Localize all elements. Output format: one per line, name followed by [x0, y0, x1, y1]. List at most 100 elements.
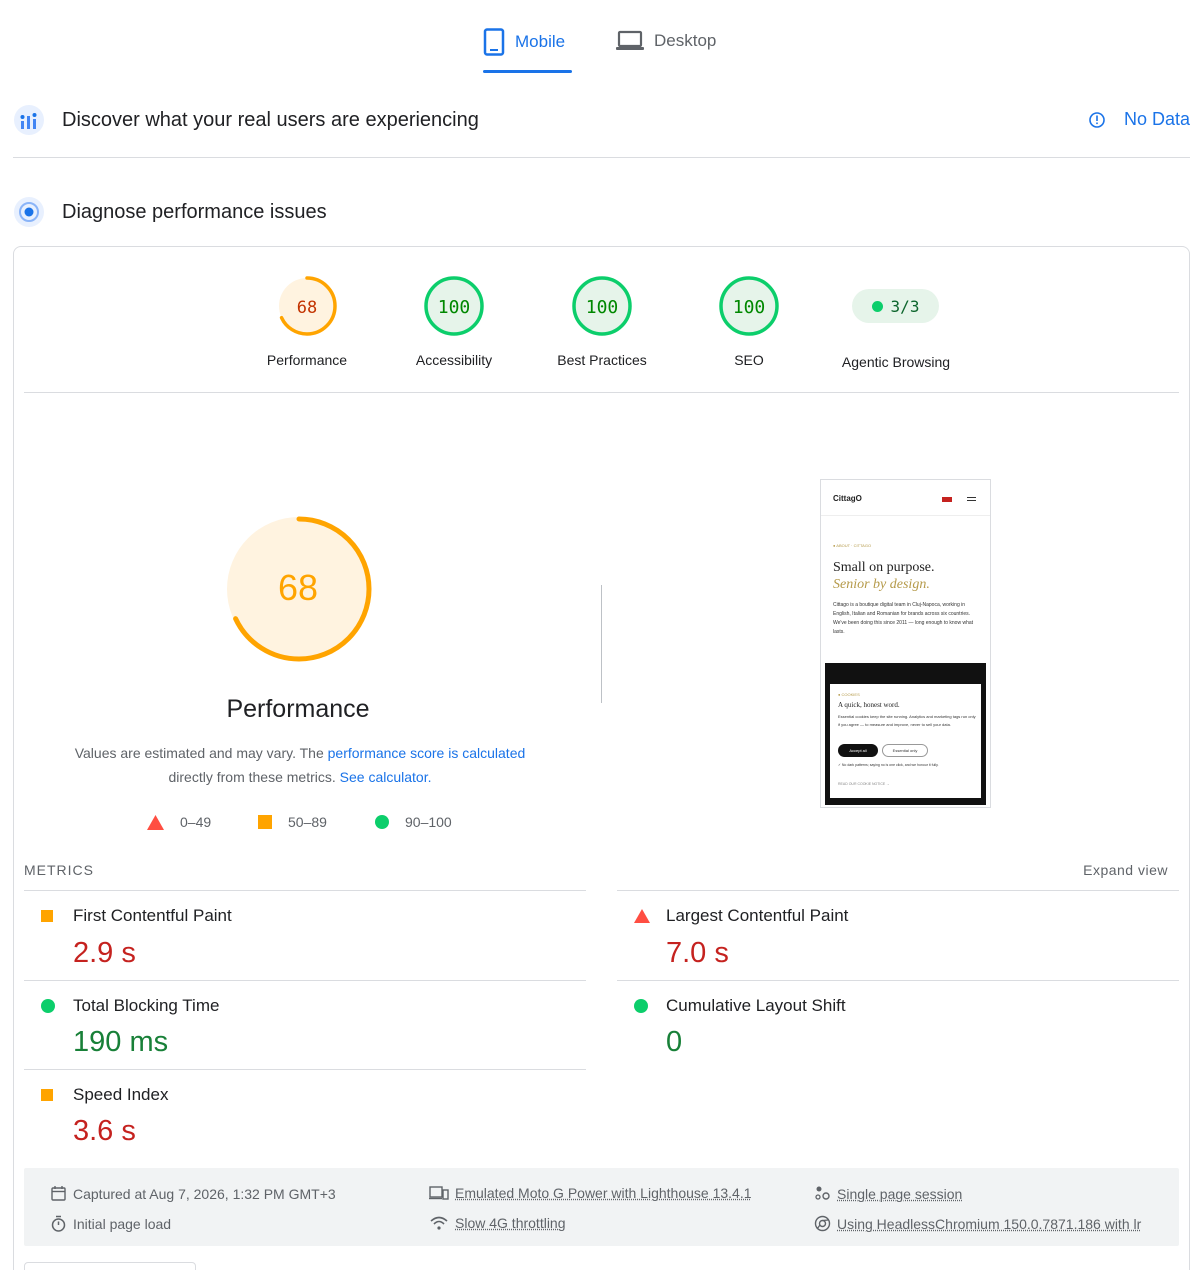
initial-load-label: Initial page load: [73, 1215, 172, 1232]
people-icon: [815, 1186, 830, 1200]
performance-description: Values are estimated and may vary. The p…: [40, 741, 560, 789]
description-text-2: directly from these metrics.: [168, 769, 340, 785]
browser-label: Using HeadlessChromium 150.0.7871.186 wi…: [837, 1215, 1142, 1232]
expand-view-button[interactable]: Expand view: [1083, 862, 1168, 878]
description-text-1: Values are estimated and may vary. The: [74, 745, 328, 761]
metric-divider: [617, 890, 1179, 891]
diagnose-target-icon: [13, 196, 45, 228]
metrics-title: METRICS: [24, 862, 94, 878]
next-section-button[interactable]: [24, 1262, 196, 1270]
performance-big-score: 68: [278, 567, 318, 608]
no-data-label: No Data: [1123, 109, 1190, 129]
emulated-device[interactable]: Emulated Moto G Power with Lighthouse 13…: [429, 1185, 752, 1201]
best-practices-score: 100: [586, 297, 619, 318]
average-square-icon: [41, 1089, 53, 1101]
metric-divider: [24, 980, 586, 981]
mobile-phone-icon: [483, 28, 505, 56]
browser-version[interactable]: Using HeadlessChromium 150.0.7871.186 wi…: [814, 1215, 1141, 1232]
session-label: Single page session: [837, 1185, 963, 1202]
best-practices-gauge: 100: [572, 276, 632, 336]
chrome-icon: [814, 1215, 831, 1232]
category-accessibility[interactable]: 100 Accessibility: [394, 274, 514, 368]
accessibility-label: Accessibility: [415, 352, 493, 368]
essential-only-button[interactable]: Essential only: [882, 744, 928, 757]
metric-divider: [617, 980, 1179, 981]
agentic-score: 3/3: [890, 296, 920, 316]
metric-divider: [24, 1069, 586, 1070]
screenshot-header-line: [821, 515, 990, 516]
final-screenshot[interactable]: CittagO ● ABOUT · CITTAGO Small on purpo…: [820, 479, 991, 808]
cookie-body: Essential cookies keep the site running.…: [838, 714, 976, 727]
cookie-title: A quick, honest word.: [838, 701, 900, 709]
category-performance[interactable]: 68 Performance: [247, 274, 367, 368]
lcp-value: 7.0 s: [666, 937, 729, 969]
timer-icon: [51, 1215, 66, 1232]
best-practices-label: Best Practices: [557, 352, 647, 368]
accessibility-score: 100: [438, 297, 471, 318]
calendar-icon: [51, 1186, 66, 1201]
agentic-browsing-badge[interactable]: 3/3: [852, 289, 939, 323]
devices-icon: [429, 1186, 449, 1200]
fcp-name: First Contentful Paint: [73, 906, 232, 925]
tab-mobile[interactable]: Mobile: [483, 28, 565, 56]
tab-desktop[interactable]: Desktop: [616, 30, 716, 52]
tbt-value: 190 ms: [73, 1026, 169, 1058]
throttling-label: Slow 4G throttling: [455, 1215, 566, 1231]
poor-triangle-icon: [634, 909, 650, 923]
performance-big-title: Performance: [226, 695, 370, 723]
screenshot-headline-1: Small on purpose.: [833, 560, 935, 575]
initial-load: Initial page load: [50, 1215, 171, 1232]
field-data-title: Discover what your real users are experi…: [62, 109, 479, 131]
users-chart-icon: [13, 104, 45, 136]
cookie-fine-print: ✓ No dark patterns; saying no is one cli…: [838, 763, 939, 767]
fcp-value: 2.9 s: [73, 937, 136, 969]
average-square-icon: [41, 910, 53, 922]
metric-divider: [24, 890, 586, 891]
tab-desktop-label: Desktop: [654, 31, 717, 50]
network-throttling[interactable]: Slow 4G throttling: [429, 1215, 566, 1231]
si-name: Speed Index: [73, 1085, 169, 1104]
screenshot-eyebrow: ● ABOUT · CITTAGO: [833, 543, 872, 548]
performance-gauge: 68: [277, 276, 337, 336]
legend-poor-label: 0–49: [180, 814, 212, 830]
flag-icon: [942, 497, 952, 502]
legend-poor: 0–49: [147, 814, 211, 830]
single-page-session[interactable]: Single page session: [814, 1185, 962, 1202]
category-best-practices[interactable]: 100 Best Practices: [542, 274, 662, 368]
accessibility-gauge: 100: [424, 276, 484, 336]
legend-average: 50–89: [258, 814, 327, 830]
cookie-notice-link: READ OUR COOKIE NOTICE →: [838, 782, 890, 786]
active-tab-indicator: [483, 70, 572, 73]
orange-square-icon: [258, 815, 272, 829]
good-circle-icon: [634, 999, 648, 1013]
red-triangle-icon: [147, 814, 164, 830]
screenshot-headline-2: Senior by design.: [833, 577, 930, 592]
performance-label: Performance: [266, 352, 348, 368]
category-seo[interactable]: 100 SEO: [689, 274, 809, 368]
legend-good-label: 90–100: [405, 814, 452, 830]
seo-score: 100: [733, 297, 766, 318]
vertical-divider: [601, 585, 602, 703]
score-calculated-link[interactable]: performance score is calculated: [328, 745, 526, 761]
tab-mobile-label: Mobile: [515, 32, 566, 51]
captured-label: Captured at Aug 7, 2026, 1:32 PM GMT+3: [73, 1185, 336, 1202]
tbt-name: Total Blocking Time: [73, 996, 220, 1015]
legend-good: 90–100: [375, 814, 452, 830]
seo-label: SEO: [734, 352, 764, 368]
cls-name: Cumulative Layout Shift: [666, 996, 846, 1015]
accept-all-button[interactable]: Accept all: [838, 744, 878, 757]
see-calculator-link[interactable]: See calculator.: [340, 769, 432, 785]
cls-value: 0: [666, 1026, 683, 1058]
info-icon: [1088, 111, 1106, 129]
green-circle-icon: [375, 815, 389, 829]
hamburger-icon: [967, 497, 976, 498]
cookie-dialog: ● COOKIES A quick, honest word. Essentia…: [830, 684, 981, 798]
diagnose-title: Diagnose performance issues: [62, 201, 327, 223]
no-data-link[interactable]: No Data: [1088, 109, 1190, 130]
wifi-icon: [430, 1216, 448, 1230]
gauges-divider: [24, 392, 1179, 393]
performance-big-gauge: 68: [223, 513, 375, 665]
good-circle-icon: [41, 999, 55, 1013]
si-value: 3.6 s: [73, 1115, 136, 1147]
screenshot-brand: CittagO: [833, 494, 862, 503]
